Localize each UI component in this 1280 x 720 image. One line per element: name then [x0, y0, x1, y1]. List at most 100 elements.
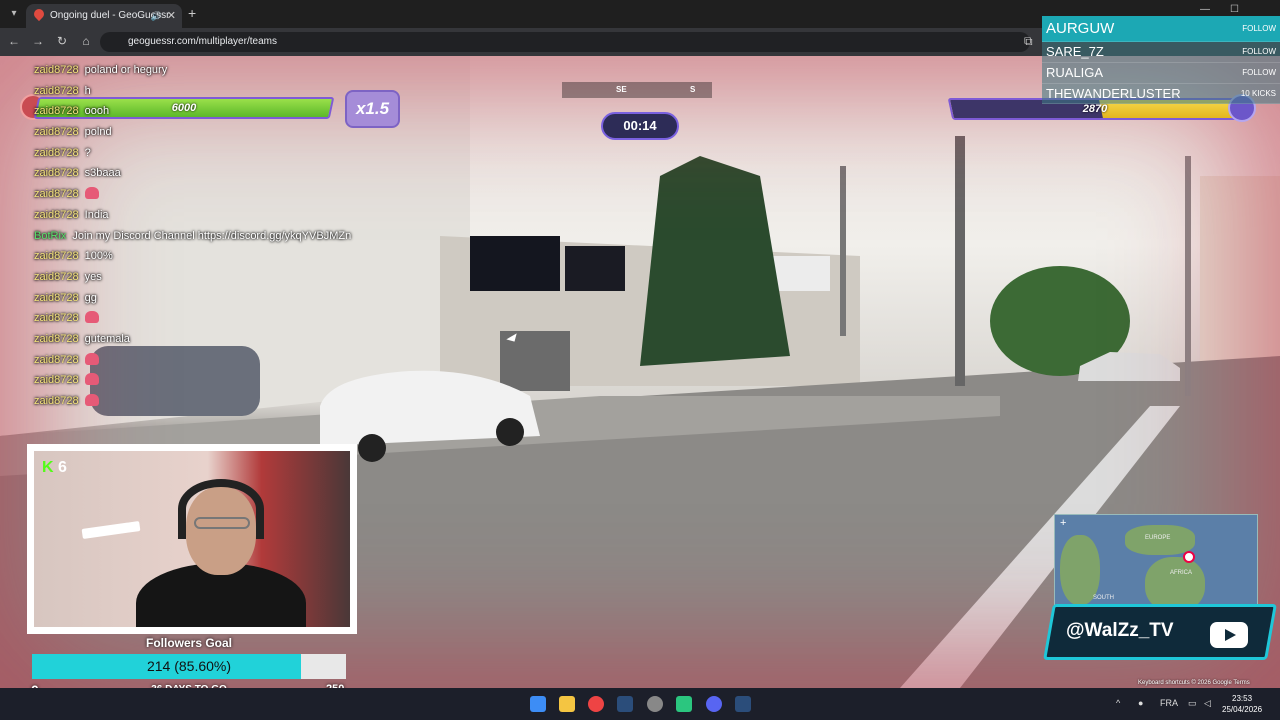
chat-message: yes [84, 270, 102, 283]
player-action[interactable]: FOLLOW [1242, 42, 1276, 63]
language-indicator[interactable]: FRA [1160, 698, 1178, 708]
chrome-icon[interactable] [588, 696, 604, 712]
chat-emote-icon [84, 311, 99, 324]
close-tab-icon[interactable]: ✕ [167, 4, 176, 28]
player-row: RUALIGA FOLLOW [1042, 62, 1280, 84]
followers-goal-progress: 214 (85.60%) [146, 658, 232, 674]
windows-taskbar: ^ ● FRA ▭ ◁ 23:53 25/04/2026 [0, 688, 1280, 720]
speaker-icon[interactable]: 🔊 [151, 4, 162, 28]
chat-username[interactable]: zaid8728 [34, 85, 79, 97]
headset-icon [178, 479, 264, 539]
app-icon[interactable] [676, 696, 692, 712]
chat-username[interactable]: BotRix [34, 230, 66, 242]
glasses [194, 517, 250, 529]
forward-icon[interactable]: → [30, 34, 46, 48]
minimap-location-pin-icon [1183, 551, 1195, 563]
minimap-zoom-in-icon[interactable]: + [1060, 517, 1066, 529]
pylon-main [955, 136, 965, 386]
chat-line: zaid8728 oooh [34, 101, 434, 122]
network-icon[interactable]: ▭ [1188, 698, 1197, 709]
reload-icon[interactable]: ↻ [54, 34, 70, 48]
chat-line: zaid8728 polnd [34, 122, 434, 143]
chat-username[interactable]: zaid8728 [34, 64, 79, 76]
volume-icon[interactable]: ◁ [1204, 698, 1211, 709]
omnibox[interactable]: geoguessr.com/multiplayer/teams [100, 32, 1030, 52]
new-tab-icon[interactable]: + [188, 5, 196, 21]
compass-heading-se: SE [616, 85, 627, 94]
chat-username[interactable]: zaid8728 [34, 292, 79, 304]
chat-line: zaid8728 [34, 370, 434, 391]
clock-date: 25/04/2026 [1222, 705, 1263, 714]
chat-username[interactable]: zaid8728 [34, 333, 79, 345]
chat-line: zaid8728 yes [34, 267, 434, 288]
player-action[interactable]: 10 KICKS [1241, 84, 1276, 105]
chat-message: s3baaa [84, 167, 121, 180]
chat-line: zaid8728 [34, 184, 434, 205]
file-explorer-icon[interactable] [559, 696, 575, 712]
chat-username[interactable]: zaid8728 [34, 209, 79, 221]
chat-emote-icon [84, 187, 99, 200]
settings-icon[interactable] [647, 696, 663, 712]
minimize-icon[interactable]: — [1200, 4, 1210, 15]
chat-username[interactable]: zaid8728 [34, 354, 79, 366]
chat-username[interactable]: zaid8728 [34, 105, 79, 117]
compass-heading-s: S [690, 85, 696, 94]
home-icon[interactable]: ⌂ [78, 34, 94, 48]
chat-username[interactable]: zaid8728 [34, 271, 79, 283]
steam-icon[interactable] [617, 696, 633, 712]
compass: SE S [562, 82, 712, 98]
street-lamp [1185, 156, 1191, 396]
url-text: geoguessr.com/multiplayer/teams [128, 36, 277, 47]
discord-icon[interactable] [706, 696, 722, 712]
building-right [1200, 176, 1280, 376]
cast-icon[interactable]: ⧉ [1024, 34, 1033, 49]
car-wheel-rear [496, 418, 524, 446]
chat-username[interactable]: zaid8728 [34, 147, 79, 159]
minimap-label-africa: AFRICA [1170, 570, 1193, 576]
chat-line: zaid8728 [34, 391, 434, 412]
player-name: SARE_7Z [1046, 44, 1104, 59]
chat-username[interactable]: zaid8728 [34, 167, 79, 179]
chat-line: zaid8728 gutemala [34, 329, 434, 350]
player-action[interactable]: FOLLOW [1242, 63, 1276, 84]
chat-line: zaid8728 poland or hegury [34, 60, 434, 81]
chat-username[interactable]: zaid8728 [34, 126, 79, 138]
youtube-logo-icon [1210, 622, 1248, 648]
chat-message: ? [84, 146, 91, 159]
microphone [81, 521, 141, 539]
kick-counter: K 6 [42, 459, 67, 477]
mic-icon[interactable]: ● [1138, 698, 1143, 708]
chat-username[interactable]: zaid8728 [34, 312, 79, 324]
clock-time: 23:53 [1232, 694, 1253, 703]
system-clock[interactable]: 23:53 25/04/2026 [1222, 693, 1262, 715]
followers-goal-bar: 214 (85.60%) [32, 654, 346, 679]
webcam-video: K 6 [34, 451, 350, 627]
player-action[interactable]: FOLLOW [1242, 16, 1276, 42]
geoguessr-favicon-icon [31, 6, 47, 22]
chat-message: h [84, 84, 91, 97]
player-name: RUALIGA [1046, 64, 1104, 80]
chat-message: Join my Discord Channel https://discord.… [72, 229, 352, 242]
chat-username[interactable]: zaid8728 [34, 188, 79, 200]
player-row: AURGUW FOLLOW [1042, 16, 1280, 42]
chat-username[interactable]: zaid8728 [34, 374, 79, 386]
chat-line: zaid8728 h [34, 81, 434, 102]
maximize-icon[interactable]: ☐ [1230, 4, 1239, 15]
kick-count: 6 [58, 459, 67, 476]
round-timer: 00:14 [601, 112, 679, 140]
chat-line: zaid8728 100% [34, 246, 434, 267]
tab-geoguessr[interactable]: Ongoing duel - GeoGuessr 🔊 ✕ [26, 4, 182, 28]
start-menu-icon[interactable] [530, 696, 546, 712]
screen: ▾ Ongoing duel - GeoGuessr 🔊 ✕ + — ☐ ← →… [0, 0, 1280, 720]
chat-username[interactable]: zaid8728 [34, 250, 79, 262]
tray-chevron-icon[interactable]: ^ [1116, 698, 1120, 708]
pylon-small [840, 166, 846, 336]
chat-username[interactable]: zaid8728 [34, 395, 79, 407]
minimap-label-south: SOUTH [1093, 595, 1114, 601]
shop-sign-morad [470, 236, 560, 291]
car-wheel-front [358, 434, 386, 462]
steam-alt-icon[interactable] [735, 696, 751, 712]
tab-search-icon[interactable]: ▾ [6, 6, 22, 22]
minimap-label-europe: EUROPE [1145, 535, 1171, 541]
back-icon[interactable]: ← [6, 34, 22, 48]
